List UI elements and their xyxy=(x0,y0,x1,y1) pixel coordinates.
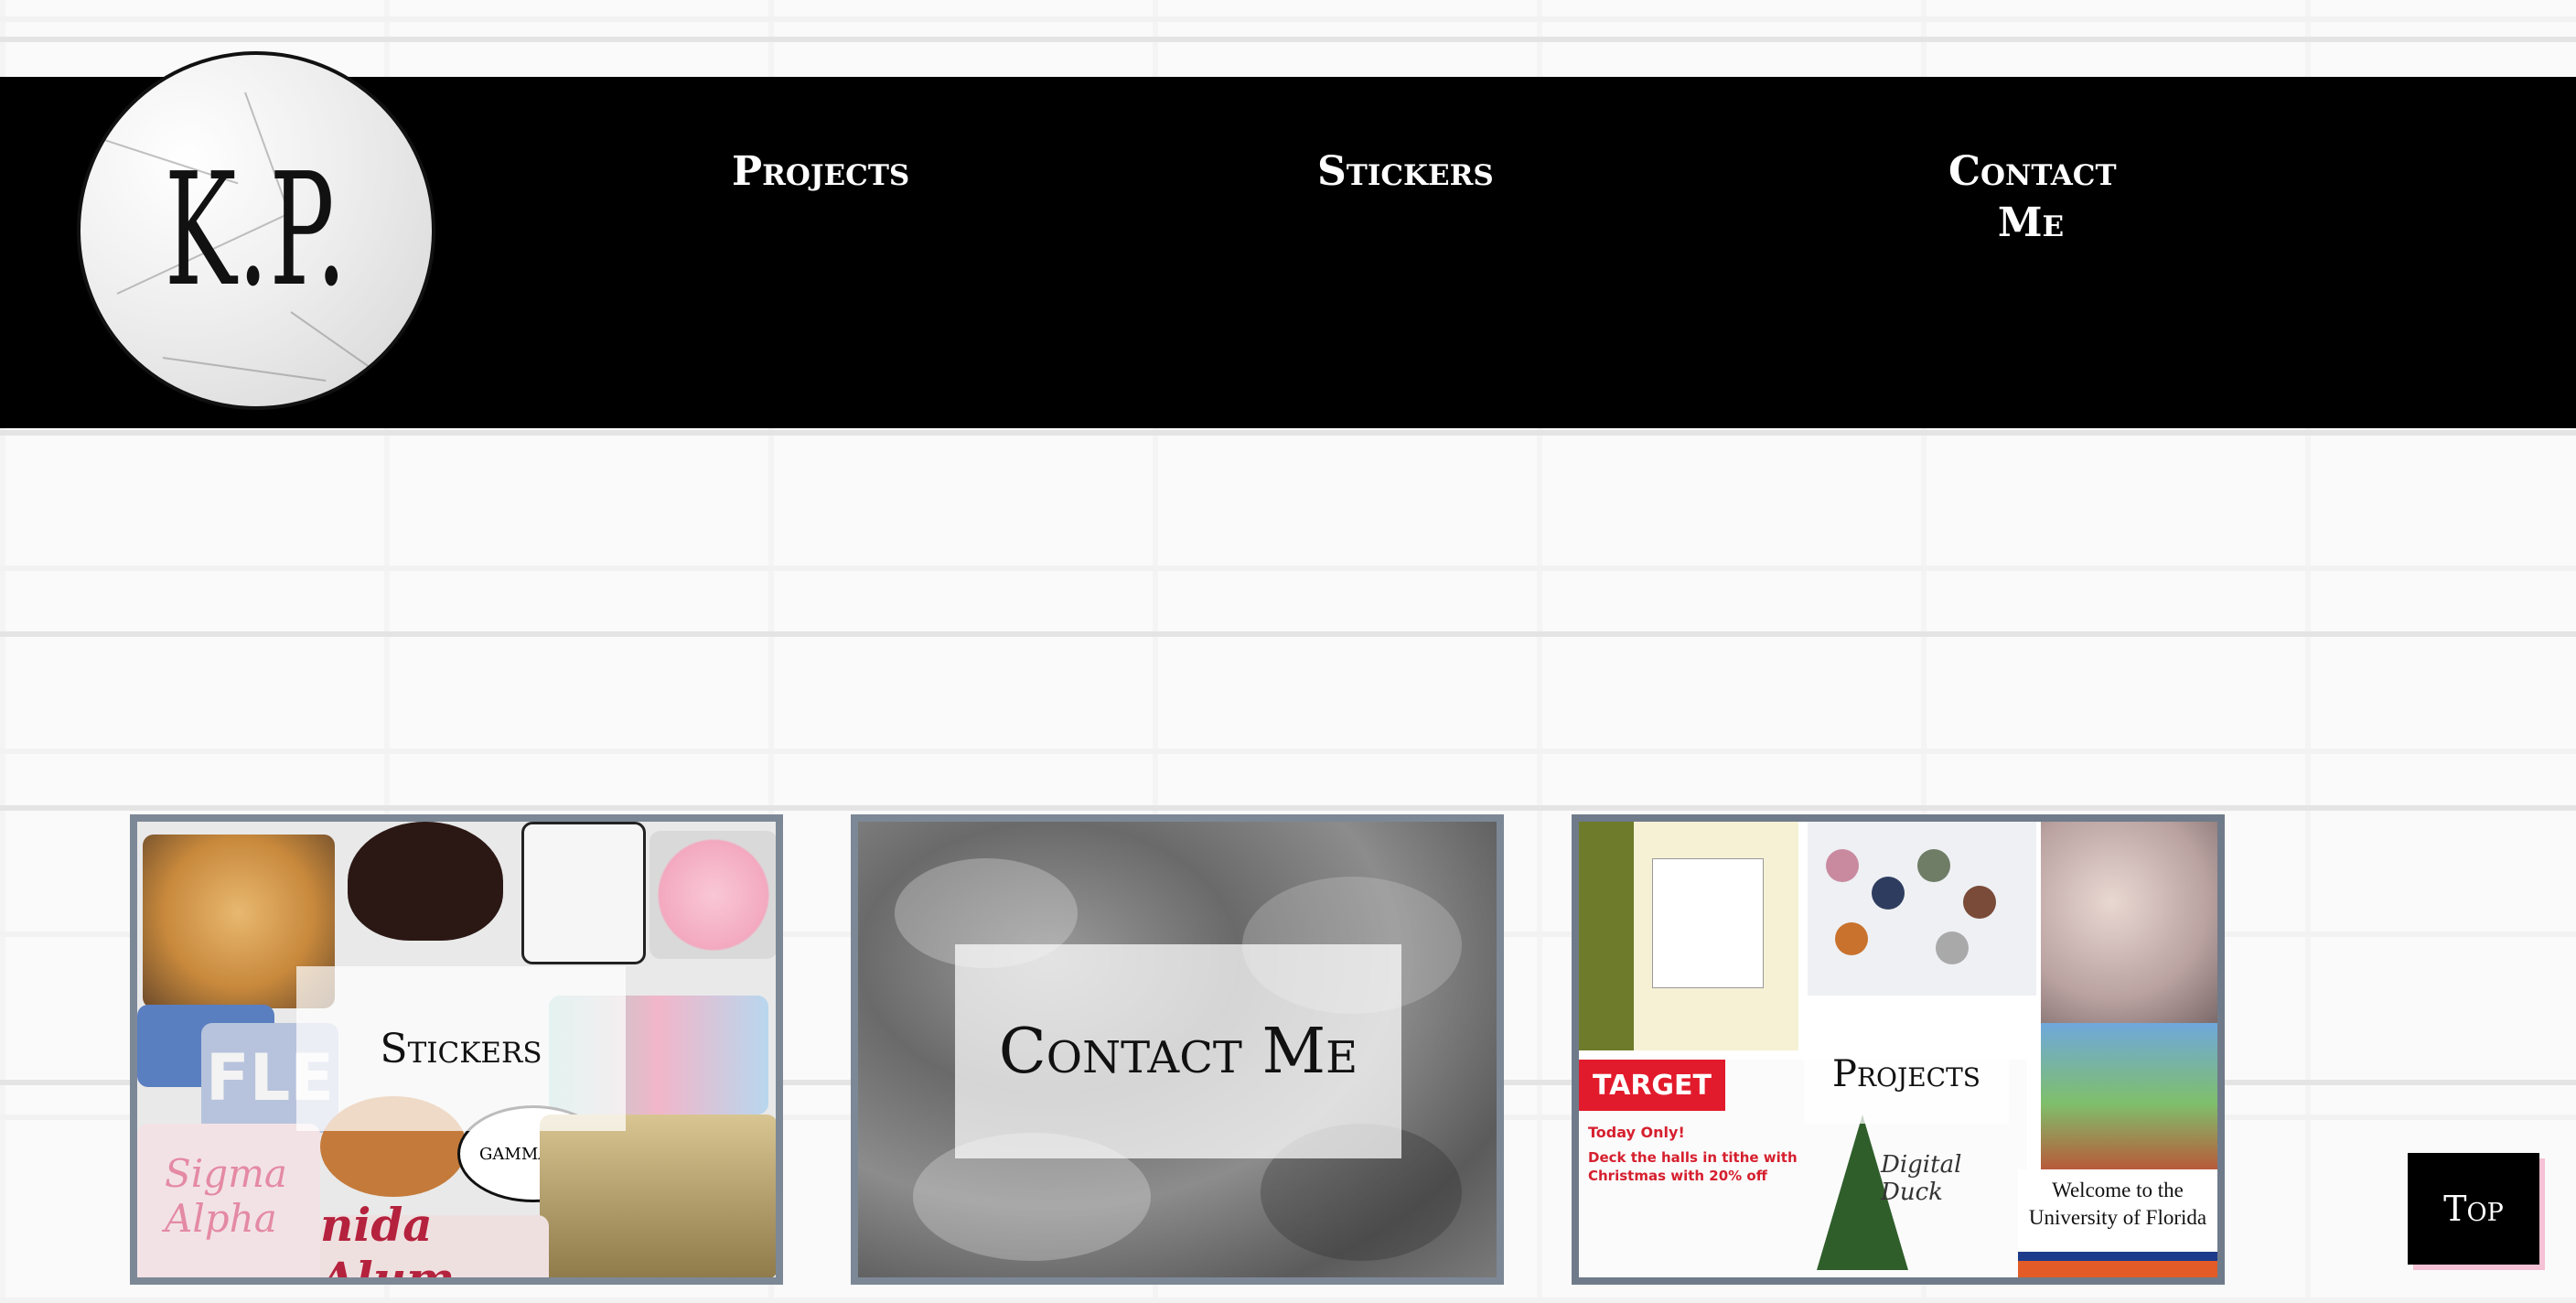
alpha-text: Alpha xyxy=(165,1196,277,1241)
stickers-card[interactable]: FLE Sigma Alpha GAMMA PHI nida Alum Stic… xyxy=(130,814,783,1285)
brick-line xyxy=(0,631,2576,637)
castle-sticker xyxy=(540,1115,776,1277)
target-today-only: Today Only! xyxy=(1588,1124,1685,1141)
winter-party-screenshot xyxy=(2041,822,2217,1023)
brick-line xyxy=(0,430,2576,436)
color-swatch xyxy=(1835,922,1868,955)
digital-duck-text: Digital Duck xyxy=(1881,1151,1962,1206)
brick-line xyxy=(0,37,2576,42)
nav-contact-line2: Me xyxy=(1997,199,2065,246)
contact-card-label: Contact Me xyxy=(955,944,1401,1158)
mouse-ears-sticker xyxy=(348,822,503,941)
projects-card[interactable]: TARGET Today Only! Deck the halls in tit… xyxy=(1572,814,2225,1285)
logo-badge[interactable]: K.P. xyxy=(77,51,435,410)
color-swatch xyxy=(1917,849,1950,882)
brick-line xyxy=(0,805,2576,811)
uf-stripe-blue xyxy=(2018,1252,2217,1261)
sigma-alpha-sticker: Sigma Alpha xyxy=(137,1124,320,1277)
top-button[interactable]: Top xyxy=(2408,1153,2539,1265)
stickers-card-label: Stickers xyxy=(296,966,626,1131)
target-logo: TARGET xyxy=(1579,1060,1725,1111)
panera-screenshot xyxy=(1579,822,1798,1050)
donut-sticker xyxy=(649,831,776,959)
nav-contact-line1: Contact xyxy=(1948,148,2117,195)
projects-card-label: Projects xyxy=(1804,1025,2009,1124)
color-swatch xyxy=(1936,931,1969,964)
sigma-text: Sigma xyxy=(165,1151,287,1196)
uf-welcome-line1: Welcome to the xyxy=(2052,1179,2184,1201)
nav-contact-link[interactable]: Contact Me xyxy=(1948,146,2117,249)
logo-text: K.P. xyxy=(164,140,349,321)
uf-welcome-line2: University of Florida xyxy=(2028,1206,2207,1229)
panera-menu xyxy=(1652,858,1764,988)
uf-stripe-orange xyxy=(2018,1261,2217,1277)
contact-card[interactable]: Contact Me xyxy=(851,814,1504,1285)
nav-stickers-link[interactable]: Stickers xyxy=(1317,146,1494,198)
color-swatch xyxy=(1826,849,1859,882)
target-christmas-text: Christmas with 20% off xyxy=(1588,1168,1767,1184)
snoopy-sticker xyxy=(521,822,646,964)
florida-alum-sticker: nida Alum xyxy=(320,1198,549,1277)
color-swatch xyxy=(1872,877,1905,910)
target-deck-text: Deck the halls in tithe with xyxy=(1588,1149,1798,1166)
nav-projects-link[interactable]: Projects xyxy=(732,146,909,198)
campus-photo xyxy=(2041,1023,2217,1169)
color-swatch xyxy=(1963,886,1996,919)
palette-screenshot xyxy=(1808,822,2036,996)
panera-sidebar xyxy=(1579,822,1634,1050)
